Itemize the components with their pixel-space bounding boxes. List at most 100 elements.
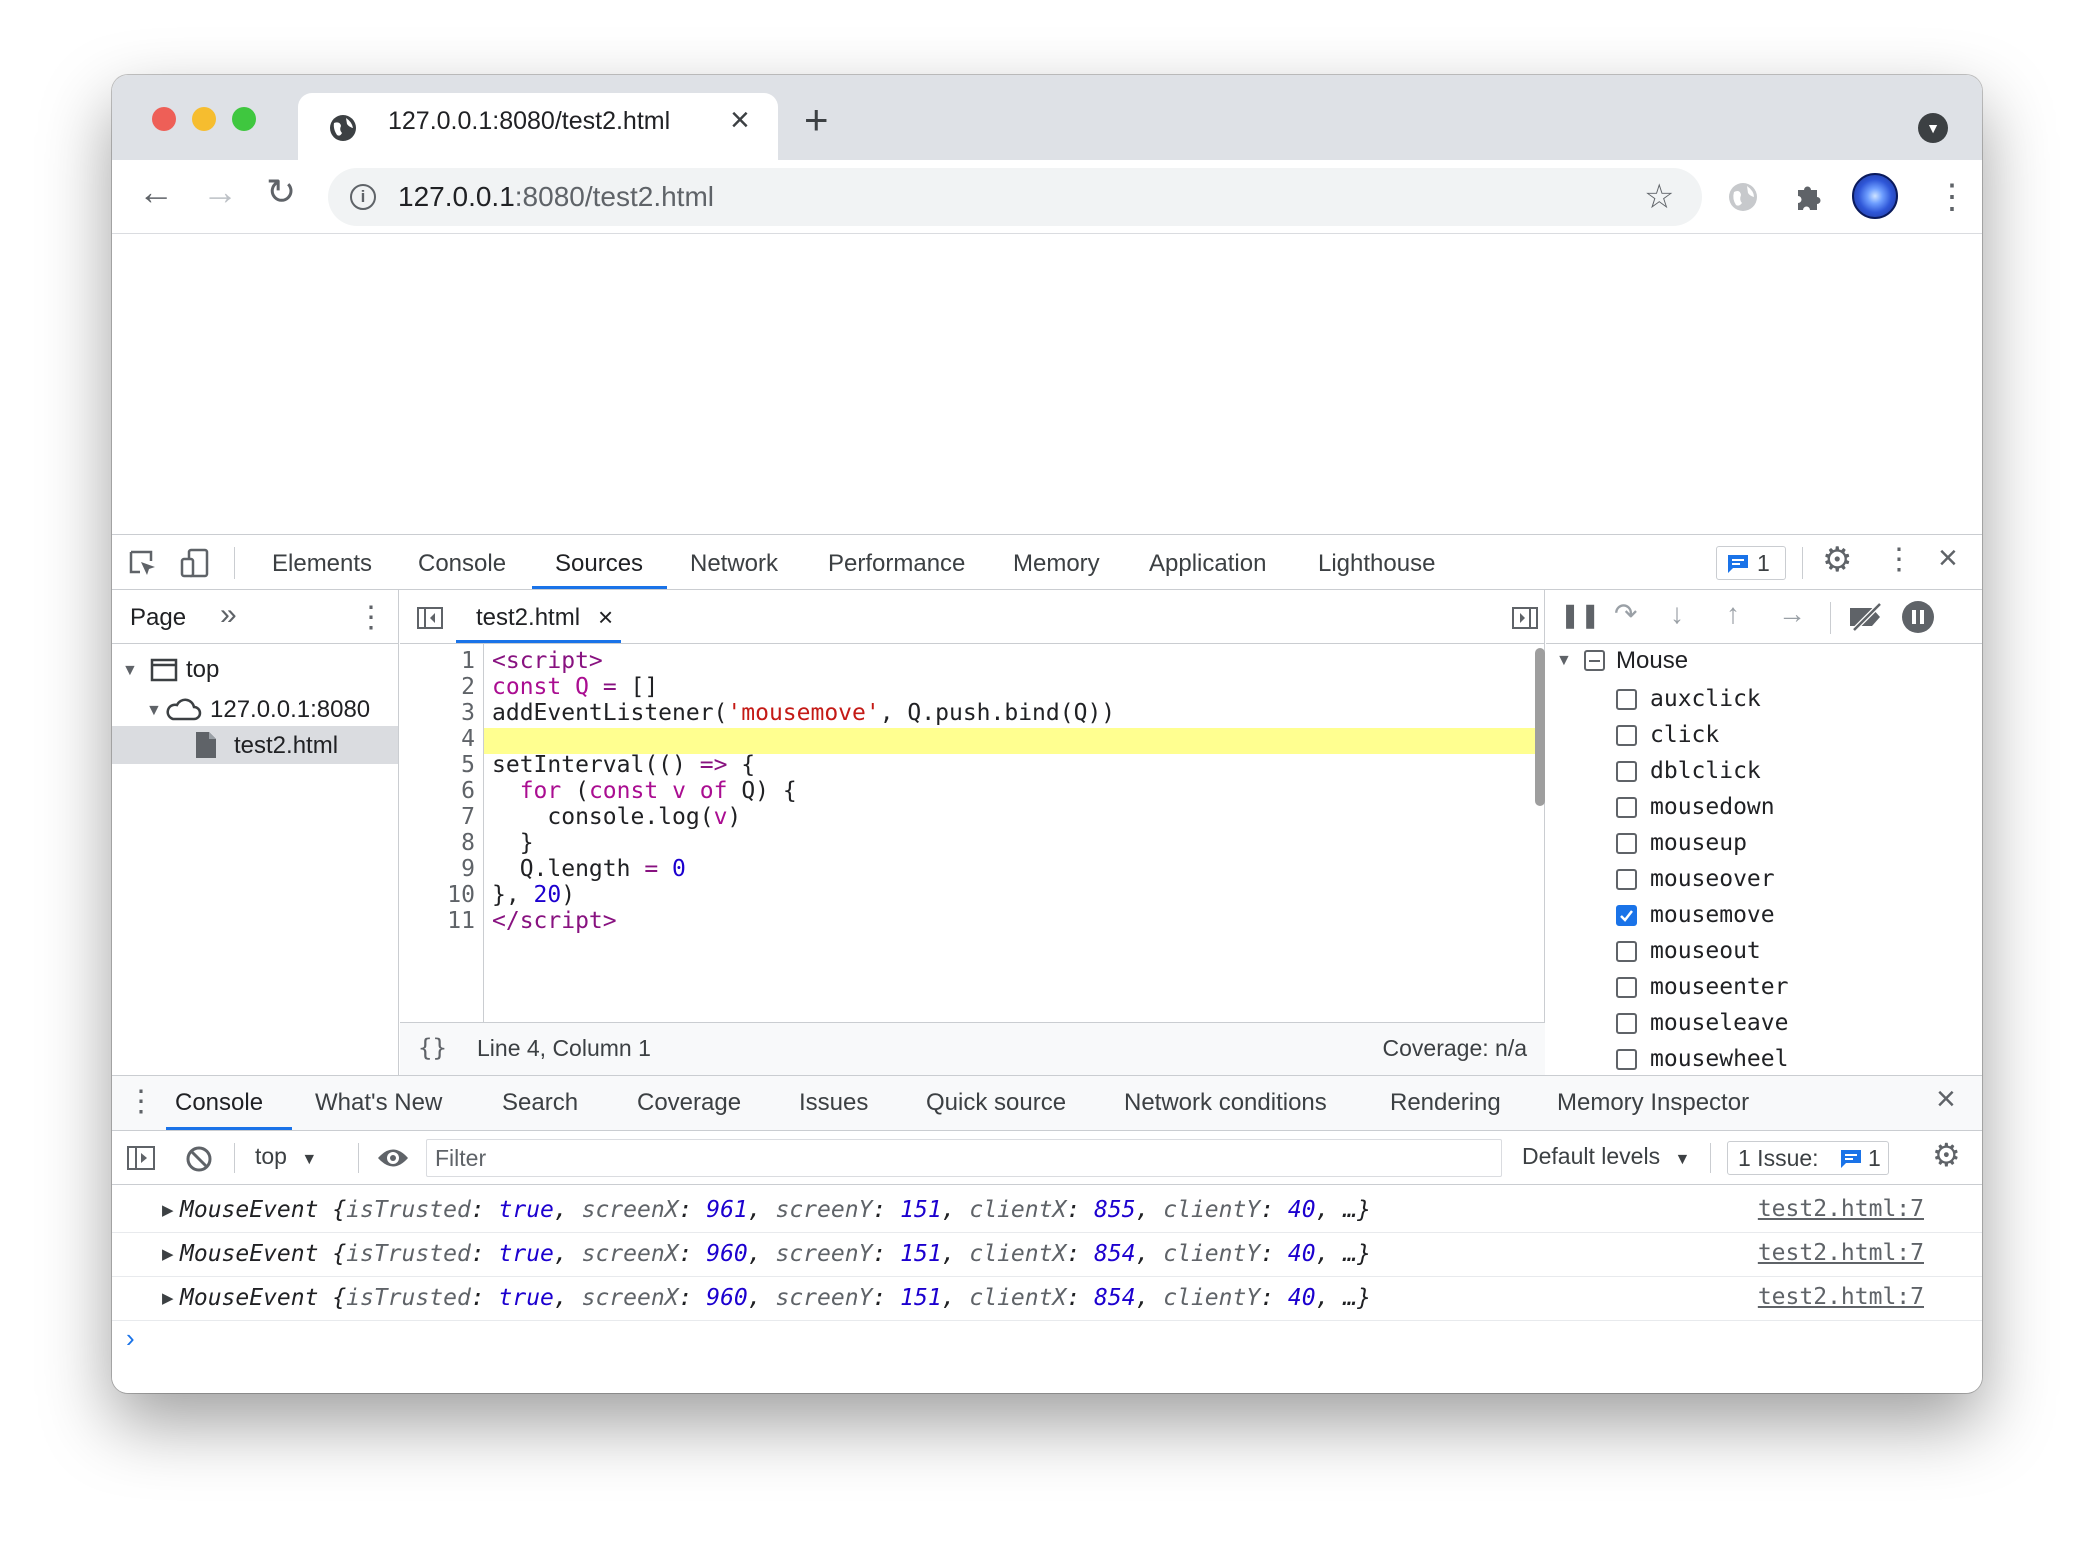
- drawer-tab-quick-source[interactable]: Quick source: [926, 1089, 1066, 1117]
- issues-counter[interactable]: 1 Issue: 1: [1727, 1141, 1889, 1175]
- new-tab-button[interactable]: +: [804, 99, 829, 141]
- expand-arrow-icon[interactable]: ▼: [122, 662, 138, 680]
- navigator-tab-page[interactable]: Page: [130, 604, 186, 632]
- console-settings-gear-icon[interactable]: ⚙: [1932, 1139, 1961, 1171]
- more-tabs-chevron-icon[interactable]: »: [220, 598, 237, 632]
- close-window-button[interactable]: [152, 107, 176, 131]
- breakpoint-label[interactable]: mousewheel: [1650, 1046, 1788, 1072]
- expand-arrow-icon[interactable]: ▼: [146, 702, 162, 720]
- breakpoint-checkbox-dblclick[interactable]: [1616, 761, 1637, 782]
- console-message-row[interactable]: ▶ MouseEvent {isTrusted: true, screenX: 9…: [112, 1277, 1982, 1321]
- drawer-tab-network-conditions[interactable]: Network conditions: [1124, 1089, 1327, 1117]
- breakpoint-label[interactable]: mousedown: [1650, 794, 1775, 820]
- extension-globe-icon[interactable]: [1726, 180, 1760, 214]
- source-link[interactable]: test2.html:7: [1758, 1240, 1924, 1266]
- breakpoint-checkbox-auxclick[interactable]: [1616, 689, 1637, 710]
- tree-item-file[interactable]: test2.html: [234, 732, 338, 760]
- tab-console[interactable]: Console: [418, 550, 506, 578]
- breakpoint-checkbox-mousemove[interactable]: [1616, 905, 1637, 926]
- console-message-text: MouseEvent {isTrusted: true, screenX: 96…: [180, 1285, 1371, 1311]
- context-selector[interactable]: top ▼: [255, 1143, 317, 1170]
- tab-elements[interactable]: Elements: [272, 550, 372, 578]
- browser-tab[interactable]: 127.0.0.1:8080/test2.html ×: [298, 93, 778, 160]
- extensions-puzzle-icon[interactable]: [1792, 181, 1824, 213]
- breakpoint-label[interactable]: mouseenter: [1650, 974, 1788, 1000]
- console-message-row[interactable]: ▶ MouseEvent {isTrusted: true, screenX: 9…: [112, 1189, 1982, 1233]
- drawer-tab-whats-new[interactable]: What's New: [315, 1089, 442, 1117]
- device-toolbar-icon[interactable]: [180, 547, 210, 579]
- drawer-tab-search[interactable]: Search: [502, 1089, 578, 1117]
- back-icon[interactable]: ←: [138, 174, 174, 210]
- drawer-tab-issues[interactable]: Issues: [799, 1089, 868, 1117]
- forward-icon[interactable]: →: [202, 174, 238, 210]
- console-prompt-icon[interactable]: ›: [126, 1323, 135, 1354]
- devtools-menu-icon[interactable]: ⋮: [1884, 545, 1914, 575]
- breakpoint-checkbox-mouseover[interactable]: [1616, 869, 1637, 890]
- breakpoint-checkbox-mousewheel[interactable]: [1616, 1049, 1637, 1070]
- drawer-tab-coverage[interactable]: Coverage: [637, 1089, 741, 1117]
- console-sidebar-icon[interactable]: [126, 1145, 156, 1171]
- console-message-row[interactable]: ▶ MouseEvent {isTrusted: true, screenX: 9…: [112, 1233, 1982, 1277]
- breakpoint-checkbox-mouseup[interactable]: [1616, 833, 1637, 854]
- console-filter-input[interactable]: Filter: [426, 1139, 1502, 1177]
- profile-avatar[interactable]: [1852, 173, 1898, 219]
- log-levels-label: Default levels: [1522, 1143, 1661, 1169]
- breakpoint-label[interactable]: mouseleave: [1650, 1010, 1788, 1036]
- tab-lighthouse[interactable]: Lighthouse: [1318, 550, 1435, 578]
- tab-performance[interactable]: Performance: [828, 550, 965, 578]
- tab-network[interactable]: Network: [690, 550, 778, 578]
- settings-gear-icon[interactable]: ⚙: [1822, 543, 1852, 577]
- expand-object-icon[interactable]: ▶: [162, 1245, 174, 1263]
- breakpoint-label[interactable]: mouseup: [1650, 830, 1747, 856]
- breakpoint-checkbox-mousedown[interactable]: [1616, 797, 1637, 818]
- breakpoint-checkbox-mouseenter[interactable]: [1616, 977, 1637, 998]
- inspect-element-icon[interactable]: [128, 549, 158, 579]
- close-drawer-icon[interactable]: ×: [1936, 1080, 1956, 1119]
- tree-item-origin[interactable]: 127.0.0.1:8080: [210, 696, 370, 724]
- address-bar[interactable]: i 127.0.0.1:8080/test2.html ☆: [328, 168, 1702, 226]
- maximize-window-button[interactable]: [232, 107, 256, 131]
- breakpoint-label[interactable]: mouseout: [1650, 938, 1761, 964]
- code-area[interactable]: <script> const Q = [] addEventListener('…: [400, 644, 1535, 1022]
- navigator-menu-icon[interactable]: ⋮: [356, 600, 386, 635]
- breakpoint-label[interactable]: mouseover: [1650, 866, 1775, 892]
- editor-scrollbar[interactable]: [1535, 648, 1545, 806]
- clear-console-icon[interactable]: [184, 1144, 214, 1174]
- toggle-navigator-icon[interactable]: [416, 606, 444, 630]
- pretty-print-icon[interactable]: {}: [418, 1034, 447, 1062]
- breakpoint-label[interactable]: auxclick: [1650, 686, 1761, 712]
- breakpoint-label[interactable]: dblclick: [1650, 758, 1761, 784]
- breakpoint-checkbox-mouseleave[interactable]: [1616, 1013, 1637, 1034]
- breakpoint-checkbox-click[interactable]: [1616, 725, 1637, 746]
- close-file-tab-icon[interactable]: ×: [598, 602, 613, 633]
- close-devtools-icon[interactable]: ×: [1938, 541, 1958, 575]
- breakpoint-label[interactable]: click: [1650, 722, 1719, 748]
- minimize-window-button[interactable]: [192, 107, 216, 131]
- tab-application[interactable]: Application: [1149, 550, 1266, 578]
- reload-icon[interactable]: ↻: [266, 174, 296, 210]
- drawer-tab-console[interactable]: Console: [175, 1089, 263, 1117]
- file-icon: [196, 732, 216, 758]
- log-levels-dropdown[interactable]: Default levels ▼: [1522, 1143, 1690, 1170]
- drawer-tab-memory-inspector[interactable]: Memory Inspector: [1557, 1089, 1749, 1117]
- expand-object-icon[interactable]: ▶: [162, 1289, 174, 1307]
- tab-search-icon[interactable]: ▼: [1918, 113, 1948, 143]
- drawer-tab-rendering[interactable]: Rendering: [1390, 1089, 1501, 1117]
- messages-badge[interactable]: 1: [1716, 546, 1786, 580]
- tab-sources[interactable]: Sources: [555, 550, 643, 578]
- close-tab-icon[interactable]: ×: [730, 101, 750, 140]
- browser-menu-icon[interactable]: ⋮: [1935, 180, 1969, 214]
- toggle-debugger-icon[interactable]: [1511, 606, 1539, 630]
- drawer-menu-icon[interactable]: ⋮: [126, 1084, 156, 1119]
- tab-memory[interactable]: Memory: [1013, 550, 1100, 578]
- bookmark-star-icon[interactable]: ☆: [1644, 177, 1674, 217]
- breakpoint-label[interactable]: mousemove: [1650, 902, 1775, 928]
- editor-file-tab[interactable]: test2.html: [476, 604, 580, 632]
- site-info-icon[interactable]: i: [350, 184, 376, 210]
- tree-item-top[interactable]: top: [186, 656, 219, 684]
- breakpoint-checkbox-mouseout[interactable]: [1616, 941, 1637, 962]
- source-link[interactable]: test2.html:7: [1758, 1284, 1924, 1310]
- live-expression-eye-icon[interactable]: [376, 1147, 410, 1169]
- expand-object-icon[interactable]: ▶: [162, 1201, 174, 1219]
- source-link[interactable]: test2.html:7: [1758, 1196, 1924, 1222]
